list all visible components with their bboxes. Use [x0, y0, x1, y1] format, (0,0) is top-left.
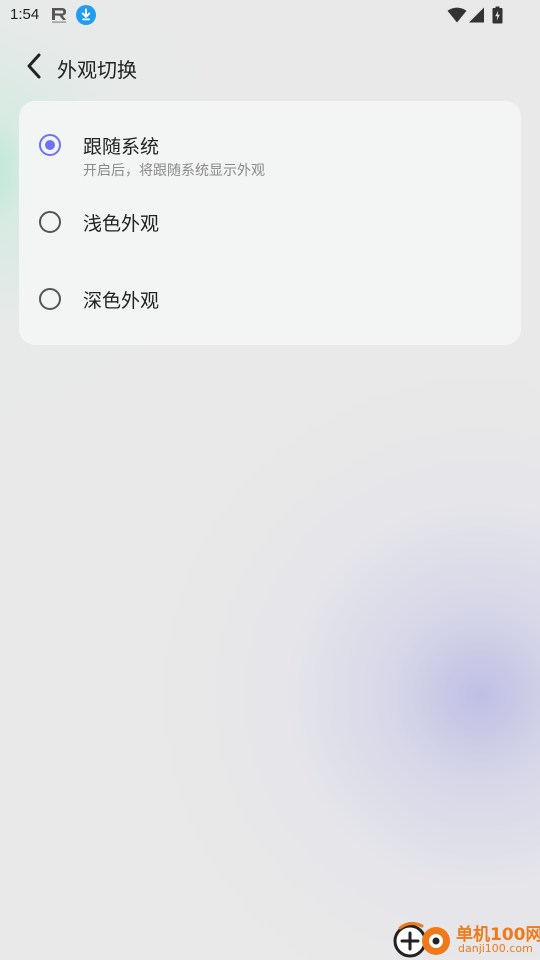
option-follow-system[interactable]: 跟随系统 开启后，将跟随系统显示外观	[19, 101, 521, 191]
back-button[interactable]	[18, 50, 50, 82]
radio-light[interactable]	[39, 211, 61, 233]
wifi-icon	[447, 7, 467, 23]
option-dark[interactable]: 深色外观	[19, 268, 521, 345]
watermark: 单机100网 danji100.com	[392, 918, 540, 960]
radio-dark[interactable]	[39, 288, 61, 310]
appearance-options-card: 跟随系统 开启后，将跟随系统显示外观 浅色外观 深色外观	[19, 101, 521, 345]
option-label: 浅色外观	[83, 213, 160, 235]
signal-icon	[469, 7, 484, 23]
r-app-icon	[52, 8, 66, 23]
battery-icon	[492, 6, 503, 24]
option-light[interactable]: 浅色外观	[19, 191, 521, 268]
chevron-left-icon	[27, 53, 41, 79]
radio-follow-system[interactable]	[39, 134, 61, 156]
page-title: 外观切换	[57, 58, 137, 82]
option-label: 跟随系统	[83, 136, 160, 158]
status-time: 1:54	[10, 6, 40, 23]
option-description: 开启后，将跟随系统显示外观	[83, 163, 265, 179]
download-icon	[76, 5, 96, 25]
watermark-logo-icon	[393, 921, 450, 958]
watermark-url: danji100.com	[458, 942, 533, 955]
option-label: 深色外观	[83, 290, 160, 312]
top-bar: 外观切换	[0, 44, 540, 88]
status-bar: 1:54	[0, 0, 540, 32]
